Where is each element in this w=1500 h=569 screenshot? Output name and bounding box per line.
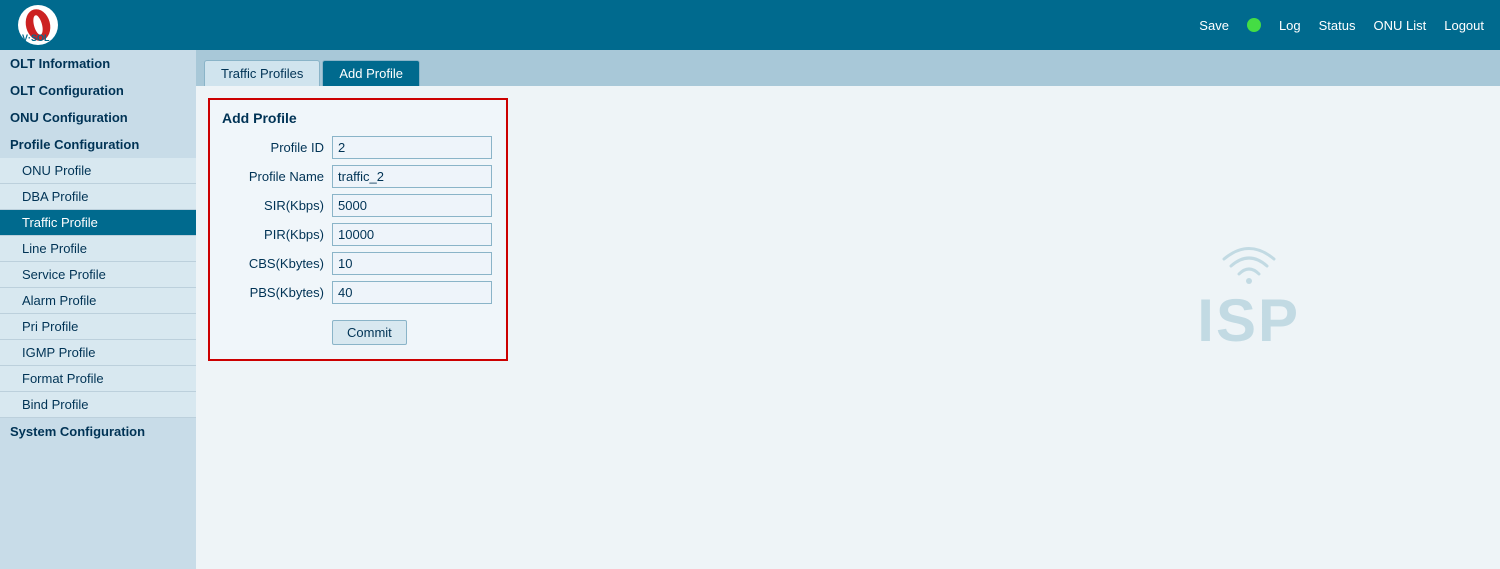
isp-watermark: ISP (1197, 246, 1300, 355)
wifi-icon (1219, 246, 1279, 286)
tab-traffic-profiles[interactable]: Traffic Profiles (204, 60, 320, 86)
field-cbs: CBS(Kbytes) (222, 252, 494, 275)
sidebar-section-profile-config[interactable]: Profile Configuration (0, 131, 196, 158)
label-profile-id: Profile ID (222, 140, 332, 155)
logo-area: V·SOL (16, 3, 60, 47)
label-pbs: PBS(Kbytes) (222, 285, 332, 300)
sidebar-item-pri-profile[interactable]: Pri Profile (0, 314, 196, 340)
field-pir: PIR(Kbps) (222, 223, 494, 246)
header-right: Save Log Status ONU List Logout (1199, 18, 1484, 33)
status-indicator (1247, 18, 1261, 32)
add-profile-form: Add Profile Profile ID Profile Name SIR(… (208, 98, 508, 361)
sidebar-item-alarm-profile[interactable]: Alarm Profile (0, 288, 196, 314)
sidebar-item-igmp-profile[interactable]: IGMP Profile (0, 340, 196, 366)
sidebar-section-onu-config[interactable]: ONU Configuration (0, 104, 196, 131)
label-sir: SIR(Kbps) (222, 198, 332, 213)
field-profile-id: Profile ID (222, 136, 494, 159)
header-nav: Log Status ONU List Logout (1279, 18, 1484, 33)
label-cbs: CBS(Kbytes) (222, 256, 332, 271)
field-profile-name: Profile Name (222, 165, 494, 188)
input-cbs[interactable] (332, 252, 492, 275)
tab-add-profile[interactable]: Add Profile (322, 60, 420, 86)
sidebar-item-service-profile[interactable]: Service Profile (0, 262, 196, 288)
input-pbs[interactable] (332, 281, 492, 304)
status-link[interactable]: Status (1319, 18, 1356, 33)
save-button[interactable]: Save (1199, 18, 1229, 33)
svg-text:V·SOL: V·SOL (22, 33, 50, 43)
sidebar-section-system-config[interactable]: System Configuration (0, 418, 196, 445)
tab-bar: Traffic Profiles Add Profile (196, 50, 1500, 86)
input-profile-name[interactable] (332, 165, 492, 188)
input-profile-id[interactable] (332, 136, 492, 159)
sidebar-section-olt-info[interactable]: OLT Information (0, 50, 196, 77)
input-sir[interactable] (332, 194, 492, 217)
field-pbs: PBS(Kbytes) (222, 281, 494, 304)
commit-button[interactable]: Commit (332, 320, 407, 345)
add-profile-title: Add Profile (222, 110, 494, 126)
sidebar-item-line-profile[interactable]: Line Profile (0, 236, 196, 262)
label-pir: PIR(Kbps) (222, 227, 332, 242)
input-pir[interactable] (332, 223, 492, 246)
sidebar-item-format-profile[interactable]: Format Profile (0, 366, 196, 392)
sidebar-section-olt-config[interactable]: OLT Configuration (0, 77, 196, 104)
onu-list-link[interactable]: ONU List (1374, 18, 1427, 33)
isp-text: ISP (1197, 286, 1300, 355)
logout-link[interactable]: Logout (1444, 18, 1484, 33)
field-sir: SIR(Kbps) (222, 194, 494, 217)
header: V·SOL Save Log Status ONU List Logout (0, 0, 1500, 50)
sidebar-item-bind-profile[interactable]: Bind Profile (0, 392, 196, 418)
vsol-logo: V·SOL (16, 3, 60, 47)
sidebar-item-traffic-profile[interactable]: Traffic Profile (0, 210, 196, 236)
sidebar-item-dba-profile[interactable]: DBA Profile (0, 184, 196, 210)
label-profile-name: Profile Name (222, 169, 332, 184)
sidebar: OLT Information OLT Configuration ONU Co… (0, 50, 196, 569)
main-content: Add Profile Profile ID Profile Name SIR(… (196, 86, 1500, 569)
log-link[interactable]: Log (1279, 18, 1301, 33)
sidebar-item-onu-profile[interactable]: ONU Profile (0, 158, 196, 184)
